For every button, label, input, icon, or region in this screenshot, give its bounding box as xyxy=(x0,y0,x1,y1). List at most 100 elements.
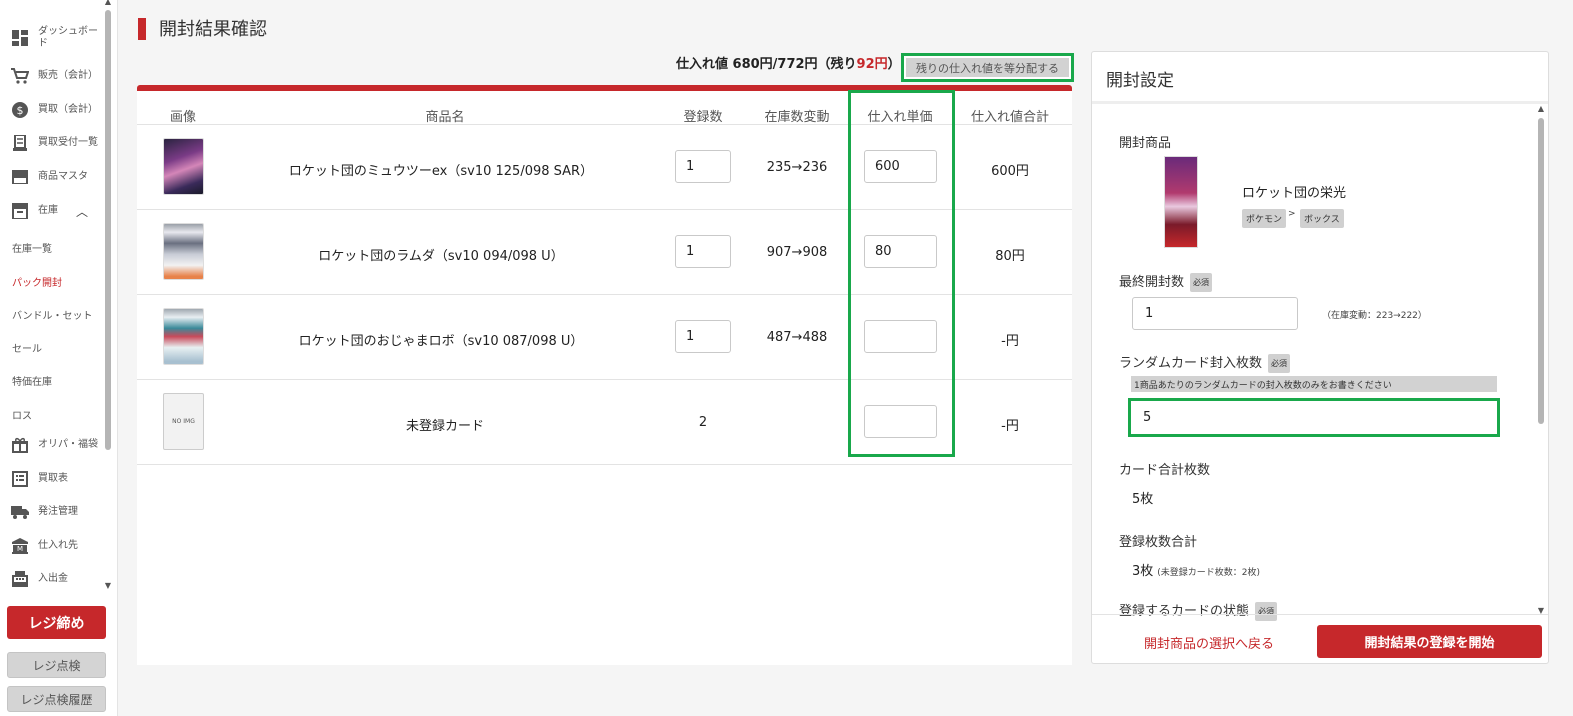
sidebar-item-order[interactable]: 発注管理 xyxy=(10,503,106,521)
row-divider xyxy=(137,464,1072,465)
header-total: 仕入れ値合計 xyxy=(970,110,1050,125)
summary-suffix: ） xyxy=(887,57,901,72)
page-title: 開封結果確認 xyxy=(159,19,267,40)
sidebar-sub-loss[interactable]: ロス xyxy=(12,407,32,422)
panel-title: 開封設定 xyxy=(1106,71,1174,91)
sidebar-sub-sale[interactable]: セール xyxy=(12,340,42,355)
sidebar-item-label: 仕入れ先 xyxy=(38,540,78,551)
random-card-label: ランダムカード封入枚数 必須 xyxy=(1119,352,1291,373)
cart-icon xyxy=(10,67,30,85)
sidebar-item-label: 買取受付一覧 xyxy=(38,137,98,148)
back-to-product-selection-link[interactable]: 開封商品の選択へ戻る xyxy=(1144,633,1274,652)
stock-change: 907→908 xyxy=(766,245,828,260)
sidebar-item-label: 入出金 xyxy=(38,573,68,584)
product-name: ロケット団のおじゃまロボ（sv10 087/098 U） xyxy=(298,334,584,349)
sidebar-item-cash[interactable]: 入出金 xyxy=(10,570,106,588)
card-image xyxy=(163,138,204,195)
sidebar-item-label: 販売（会計） xyxy=(38,70,98,81)
equal-distribute-highlight: 残りの仕入れ値を等分配する xyxy=(901,53,1074,82)
qty-value: 2 xyxy=(698,415,708,430)
no-image-placeholder: NO IMG xyxy=(163,393,204,450)
stock-change: 487→488 xyxy=(766,330,828,345)
product-label: 開封商品 xyxy=(1119,136,1172,151)
dashboard-icon xyxy=(10,29,30,47)
receipt-icon xyxy=(10,134,30,152)
sidebar: ▲ ▼ ダッシュボード 販売（会計） $ 買取（会計） 買取受付一覧 商品マスタ xyxy=(0,0,118,716)
product-name: ロケット団のラムダ（sv10 094/098 U） xyxy=(318,249,564,264)
dollar-icon: $ xyxy=(10,101,30,119)
required-badge: 必須 xyxy=(1190,273,1213,292)
qty-input[interactable]: 1 xyxy=(675,235,731,268)
truck-icon xyxy=(10,503,30,521)
sidebar-item-label: 商品マスタ xyxy=(38,171,88,182)
card-condition-label: 登録するカードの状態 必須 xyxy=(1119,600,1278,621)
sidebar-sub-stock-list[interactable]: 在庫一覧 xyxy=(12,240,52,255)
sidebar-item-supplier[interactable]: M 仕入れ先 xyxy=(10,537,106,555)
product-name: ロケット団のミュウツーex（sv10 125/098 SAR） xyxy=(288,164,594,179)
final-open-label-text: 最終開封数 xyxy=(1119,275,1185,290)
sidebar-sub-bundle[interactable]: バンドル・セット xyxy=(12,307,93,322)
list-icon xyxy=(10,470,30,488)
sidebar-item-label: オリパ・福袋 xyxy=(38,439,98,450)
random-card-hint: 1商品あたりのランダムカードの封入枚数のみをお書きください xyxy=(1131,376,1497,392)
required-badge: 必須 xyxy=(1268,354,1291,373)
stock-change: 235→236 xyxy=(766,160,828,175)
card-condition-label-text: 登録するカードの状態 xyxy=(1119,604,1250,619)
stock-change-note: （在庫変動：223→222） xyxy=(1322,311,1427,321)
random-card-input[interactable]: 5 xyxy=(1128,398,1500,437)
registered-total-value: 3枚 xyxy=(1132,564,1154,579)
required-badge: 必須 xyxy=(1255,602,1278,621)
unit-price-column-highlight xyxy=(848,90,955,457)
archive-icon xyxy=(10,202,30,220)
sidebar-item-purchase[interactable]: $ 買取（会計） xyxy=(10,101,106,119)
card-total-value: 5枚 xyxy=(1132,492,1154,507)
gift-icon xyxy=(10,436,30,454)
header-stock-change: 在庫数変動 xyxy=(764,110,830,125)
header-image: 画像 xyxy=(169,110,197,125)
sidebar-item-oripa[interactable]: オリパ・福袋 xyxy=(10,436,106,454)
sidebar-item-sales[interactable]: 販売（会計） xyxy=(10,67,106,85)
card-total-label: カード合計枚数 xyxy=(1119,463,1211,478)
sidebar-sub-pack-open[interactable]: パック開封 xyxy=(12,274,62,289)
row-total: 600円 xyxy=(991,164,1029,179)
panel-scrollbar[interactable]: ▲ ▼ xyxy=(1536,104,1546,615)
sidebar-item-purchase-reception[interactable]: 買取受付一覧 xyxy=(10,134,106,152)
card-image xyxy=(163,223,204,280)
sidebar-item-purchase-table[interactable]: 買取表 xyxy=(10,470,106,488)
card-image xyxy=(163,308,204,365)
bank-icon: M xyxy=(10,537,30,555)
category-tag: ボックス xyxy=(1300,209,1344,228)
scroll-up-icon[interactable]: ▲ xyxy=(104,0,112,6)
sidebar-item-label: 発注管理 xyxy=(38,506,78,517)
sidebar-item-label: ダッシュボード xyxy=(38,26,98,49)
sidebar-item-label: 在庫 xyxy=(38,205,58,216)
registered-total: 3枚 (未登録カード枚数：2枚) xyxy=(1132,560,1260,579)
scroll-thumb[interactable] xyxy=(1538,118,1544,424)
svg-text:M: M xyxy=(17,545,23,553)
qty-input[interactable]: 1 xyxy=(675,150,731,183)
random-card-label-text: ランダムカード封入枚数 xyxy=(1119,356,1263,371)
registered-total-label: 登録枚数合計 xyxy=(1119,535,1198,550)
register-close-button[interactable]: レジ締め xyxy=(7,606,106,639)
panel-footer-divider xyxy=(1092,614,1548,615)
panel-divider xyxy=(1092,101,1548,104)
title-accent xyxy=(138,18,146,40)
scroll-up-icon[interactable]: ▲ xyxy=(1536,104,1546,113)
register-check-button[interactable]: レジ点検 xyxy=(7,652,106,678)
row-total: 80円 xyxy=(995,249,1025,264)
product-image xyxy=(1164,156,1198,248)
register-history-button[interactable]: レジ点検履歴 xyxy=(7,686,106,712)
product-name: ロケット団の栄光 xyxy=(1242,186,1347,201)
start-registration-button[interactable]: 開封結果の登録を開始 xyxy=(1317,625,1542,658)
summary-remaining: 92円 xyxy=(856,57,888,72)
qty-input[interactable]: 1 xyxy=(675,320,731,353)
sidebar-item-inventory[interactable]: 在庫 ︿ xyxy=(10,202,106,220)
purchase-summary: 仕入れ値 680円/772円（残り92円） xyxy=(676,56,901,74)
equal-distribute-button[interactable]: 残りの仕入れ値を等分配する xyxy=(906,58,1069,77)
sidebar-sub-special[interactable]: 特価在庫 xyxy=(12,373,52,388)
registered-total-note: (未登録カード枚数：2枚) xyxy=(1157,568,1261,578)
final-open-input[interactable]: 1 xyxy=(1132,297,1298,330)
sidebar-item-dashboard[interactable]: ダッシュボード xyxy=(10,26,106,50)
sidebar-item-product-master[interactable]: 商品マスタ xyxy=(10,168,106,186)
chevron-up-icon[interactable]: ︿ xyxy=(76,203,88,220)
